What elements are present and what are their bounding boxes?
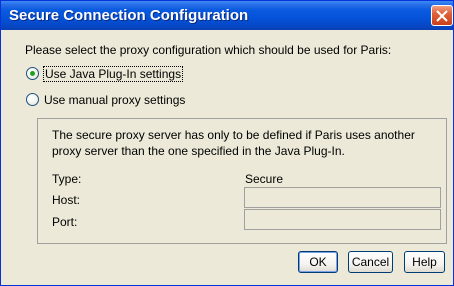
dialog-content: Please select the proxy configuration wh…	[1, 30, 453, 285]
window-title: Secure Connection Configuration	[9, 7, 249, 24]
radio-dot-icon	[30, 71, 35, 76]
host-label: Host:	[52, 193, 81, 207]
ok-button[interactable]: OK	[298, 251, 338, 273]
secure-port-field[interactable]	[244, 209, 441, 230]
radio-use-manual-proxy[interactable]: Use manual proxy settings	[26, 91, 185, 108]
secure-host-field[interactable]	[244, 187, 441, 208]
radio-button-selected[interactable]	[26, 67, 39, 80]
close-icon	[436, 10, 448, 22]
manual-proxy-group: The secure proxy server has only to be d…	[37, 118, 447, 244]
help-button[interactable]: Help	[404, 251, 445, 273]
radio-label-manual-proxy[interactable]: Use manual proxy settings	[44, 93, 185, 107]
radio-use-java-plugin[interactable]: Use Java Plug-In settings	[26, 65, 184, 82]
secure-column-label: Secure	[245, 172, 284, 186]
title-bar[interactable]: Secure Connection Configuration	[1, 1, 453, 30]
type-label: Type:	[52, 172, 82, 186]
close-button[interactable]	[431, 5, 453, 26]
cancel-button[interactable]: Cancel	[348, 251, 393, 273]
port-label: Port:	[52, 215, 78, 229]
group-info-text: The secure proxy server has only to be d…	[52, 128, 415, 158]
dialog-window: Secure Connection Configuration Please s…	[0, 0, 454, 286]
radio-button-unselected[interactable]	[26, 93, 39, 106]
prompt-text: Please select the proxy configuration wh…	[25, 43, 392, 57]
radio-label-java-plugin[interactable]: Use Java Plug-In settings	[42, 65, 184, 82]
